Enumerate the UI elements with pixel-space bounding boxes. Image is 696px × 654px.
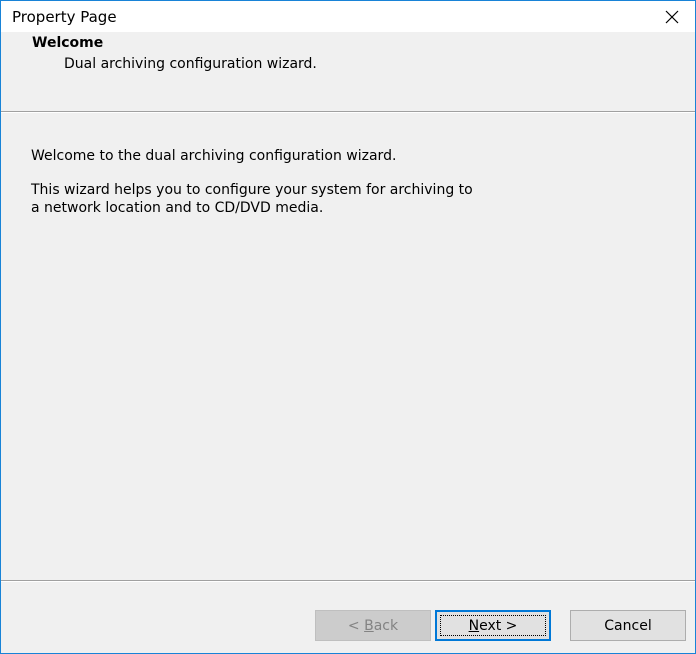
header-divider [1, 111, 695, 113]
property-page-window: Property Page Welcome Dual archiving con… [0, 0, 696, 654]
back-button-label: ack [373, 617, 399, 634]
back-button[interactable]: < Back [315, 610, 431, 641]
close-icon [665, 10, 679, 23]
welcome-text: Welcome to the dual archiving configurat… [31, 148, 397, 164]
focus-rectangle [440, 615, 546, 636]
wizard-page-subtitle: Dual archiving configuration wizard. [64, 56, 317, 72]
title-bar: Property Page [1, 1, 695, 32]
description-line-1: This wizard helps you to configure your … [31, 182, 473, 198]
next-button[interactable]: Next > [435, 610, 551, 641]
wizard-content: Welcome to the dual archiving configurat… [31, 147, 651, 233]
back-button-prefix: < [347, 617, 365, 634]
wizard-page-title: Welcome [32, 35, 104, 51]
description-line-2: a network location and to CD/DVD media. [31, 200, 324, 216]
description-text: This wizard helps you to configure your … [31, 181, 651, 217]
close-button[interactable] [649, 1, 695, 32]
back-button-accelerator: B [364, 617, 374, 634]
cancel-button[interactable]: Cancel [570, 610, 686, 641]
window-title: Property Page [12, 8, 117, 26]
footer-divider [1, 580, 695, 582]
